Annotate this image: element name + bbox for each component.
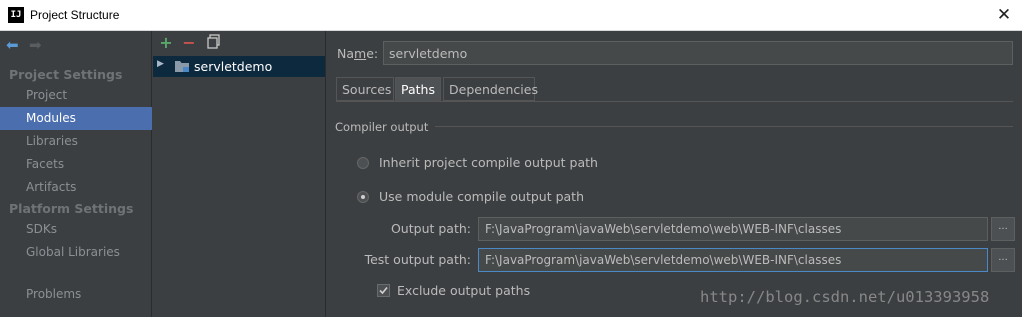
sidebar-item-sdks[interactable]: SDKs (0, 218, 152, 241)
exclude-output-checkbox[interactable] (377, 284, 390, 297)
title-bar: IJ Project Structure ✕ (0, 0, 1022, 31)
output-path-field[interactable]: F:\JavaProgram\javaWeb\servletdemo\web\W… (478, 217, 988, 241)
test-output-path-label: Test output path: (364, 252, 471, 267)
forward-arrow-icon[interactable]: ➡ (29, 36, 42, 54)
sidebar-item-problems[interactable]: Problems (0, 283, 152, 306)
remove-icon[interactable]: − (180, 34, 198, 52)
module-folder-icon (174, 59, 190, 76)
inherit-option-label[interactable]: Inherit project compile output path (379, 155, 598, 170)
project-settings-header: Project Settings (9, 67, 123, 82)
intellij-logo-icon: IJ (8, 7, 24, 23)
exclude-output-label[interactable]: Exclude output paths (397, 283, 530, 298)
name-field[interactable]: servletdemo (383, 41, 1013, 65)
sidebar-item-libraries[interactable]: Libraries (0, 130, 152, 153)
group-divider (435, 126, 1013, 127)
sidebar-item-project[interactable]: Project (0, 84, 152, 107)
use-module-radio[interactable] (357, 191, 369, 203)
use-module-option-label[interactable]: Use module compile output path (379, 189, 584, 204)
sidebar-item-modules[interactable]: Modules (0, 107, 152, 130)
test-output-path-browse-button[interactable]: ... (991, 248, 1015, 272)
close-icon[interactable]: ✕ (994, 5, 1014, 25)
tab-divider (336, 101, 1013, 102)
module-name-label: servletdemo (194, 59, 273, 74)
test-output-path-field[interactable]: F:\JavaProgram\javaWeb\servletdemo\web\W… (478, 248, 988, 272)
output-path-browse-button[interactable]: ... (991, 217, 1015, 241)
tree-item-servletdemo[interactable]: ▶ servletdemo (153, 56, 325, 77)
tab-sources[interactable]: Sources (336, 77, 394, 101)
sidebar-item-global-libraries[interactable]: Global Libraries (0, 241, 152, 264)
sidebar-item-artifacts[interactable]: Artifacts (0, 176, 152, 199)
add-icon[interactable]: + (157, 34, 175, 52)
module-tree-pane: + − ▶ servletdemo (153, 31, 326, 317)
copy-icon[interactable] (205, 34, 223, 52)
output-path-label: Output path: (390, 221, 471, 236)
compiler-output-title: Compiler output (335, 120, 429, 134)
tab-dependencies[interactable]: Dependencies (443, 77, 538, 101)
watermark: http://blog.csdn.net/u013393958 (700, 288, 990, 306)
sidebar-item-facets[interactable]: Facets (0, 153, 152, 176)
module-settings-pane: Name: servletdemo Sources Paths Dependen… (327, 31, 1022, 317)
platform-settings-header: Platform Settings (9, 201, 134, 216)
back-arrow-icon[interactable]: ⬅ (6, 36, 19, 54)
window-title: Project Structure (30, 8, 120, 22)
expand-arrow-icon[interactable]: ▶ (157, 59, 164, 69)
inherit-radio[interactable] (357, 157, 369, 169)
settings-sidebar: ⬅ ➡ Project Settings Project Modules Lib… (0, 31, 152, 317)
tab-paths[interactable]: Paths (395, 77, 441, 101)
name-label: Name: (337, 46, 379, 61)
